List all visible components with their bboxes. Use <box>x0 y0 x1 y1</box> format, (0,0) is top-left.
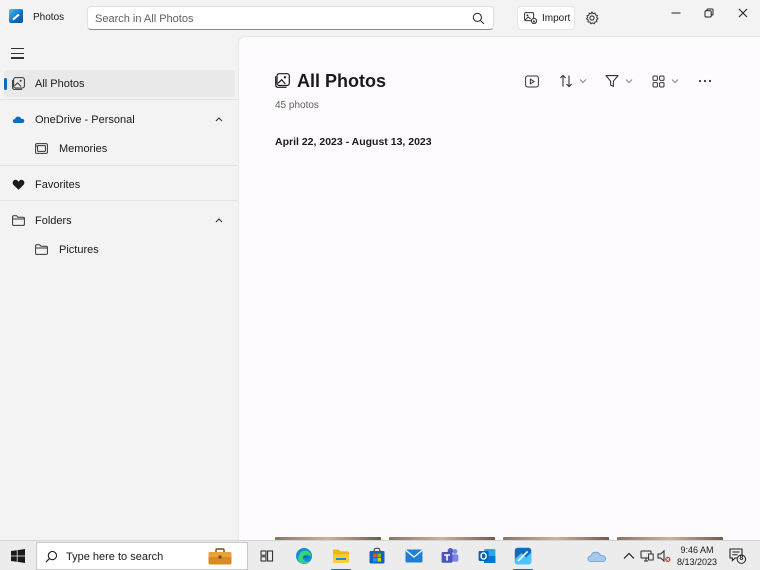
sidebar-item-pictures[interactable]: Pictures <box>4 236 235 263</box>
date-range-heading: April 22, 2023 - August 13, 2023 <box>275 136 432 148</box>
restore-button[interactable] <box>692 0 726 26</box>
close-icon <box>738 8 748 18</box>
file-explorer-folder-icon <box>333 549 349 563</box>
sidebar-item-favorites[interactable]: Favorites <box>4 171 235 198</box>
sidebar-item-label: Pictures <box>59 244 99 256</box>
onedrive-cloud-icon <box>12 116 25 123</box>
photos-app-icon <box>9 9 23 23</box>
close-button[interactable] <box>726 0 760 26</box>
chevron-down-icon <box>625 79 633 84</box>
main-content: All Photos 45 photos April 22, 2023 - Au… <box>238 36 760 541</box>
task-view-icon <box>260 550 274 562</box>
teams-icon <box>441 548 459 563</box>
minimize-button[interactable] <box>659 0 693 26</box>
photo-count: 45 photos <box>275 100 319 111</box>
sidebar-item-label: Favorites <box>35 179 81 191</box>
taskbar-photos[interactable] <box>512 545 534 570</box>
taskbar-mail[interactable] <box>403 545 425 567</box>
sidebar-item-all-photos[interactable]: All Photos <box>4 70 235 97</box>
sidebar-divider <box>0 99 238 100</box>
taskbar-microsoft-store[interactable] <box>366 545 388 567</box>
sidebar-divider <box>0 200 238 201</box>
mail-envelope-icon <box>405 549 423 563</box>
app-title: Photos <box>33 12 65 23</box>
sidebar-item-label: All Photos <box>35 78 85 90</box>
briefcase-icon[interactable] <box>208 548 232 565</box>
task-view-button[interactable] <box>256 545 278 567</box>
hamburger-menu-icon[interactable] <box>11 48 24 59</box>
store-bag-icon <box>369 547 385 564</box>
sidebar-item-label: Folders <box>35 215 72 227</box>
taskbar-search-text: Type here to search <box>66 551 164 563</box>
folder-icon <box>12 215 25 226</box>
sidebar-item-label: OneDrive - Personal <box>35 114 135 126</box>
more-options-button[interactable] <box>698 73 712 89</box>
sidebar-item-onedrive[interactable]: OneDrive - Personal <box>4 106 235 133</box>
search-input[interactable] <box>95 11 455 26</box>
taskbar-edge[interactable] <box>293 545 315 567</box>
windows-taskbar: Type here to search 9:46 AM 8/13/2023 8 <box>0 540 760 570</box>
memories-album-icon <box>35 143 48 154</box>
edge-browser-icon <box>296 548 312 564</box>
import-button[interactable]: Import <box>517 6 575 30</box>
chevron-down-icon <box>671 79 679 84</box>
filter-funnel-icon <box>605 75 619 87</box>
import-label: Import <box>542 12 571 24</box>
search-box[interactable] <box>87 6 494 30</box>
network-icon[interactable] <box>640 549 654 563</box>
search-icon[interactable] <box>472 12 485 25</box>
windows-start-icon[interactable] <box>11 549 25 563</box>
grid-view-icon <box>652 75 665 87</box>
minimize-icon <box>671 12 681 14</box>
taskbar-outlook[interactable] <box>476 545 498 567</box>
gallery-icon <box>275 73 290 88</box>
notification-count: 8 <box>739 555 744 562</box>
clock-date: 8/13/2023 <box>676 557 718 567</box>
navigation-sidebar: All Photos OneDrive - Personal Memories … <box>0 36 238 540</box>
outlook-icon <box>478 549 496 563</box>
notification-center-button[interactable]: 8 <box>729 548 747 564</box>
ellipsis-icon <box>698 79 712 83</box>
search-icon <box>45 550 58 563</box>
settings-gear-icon[interactable] <box>585 11 599 25</box>
sidebar-divider <box>0 165 238 166</box>
sort-button[interactable] <box>559 73 587 89</box>
sidebar-item-folders[interactable]: Folders <box>4 207 235 234</box>
page-title: All Photos <box>297 71 386 91</box>
clock-time: 9:46 AM <box>680 545 714 555</box>
chevron-up-icon[interactable] <box>622 549 636 563</box>
chevron-down-icon <box>579 79 587 84</box>
gallery-icon <box>12 77 25 90</box>
slideshow-play-icon <box>525 75 539 87</box>
onedrive-cloud-icon[interactable] <box>587 549 607 563</box>
sidebar-item-memories[interactable]: Memories <box>4 135 235 162</box>
system-clock[interactable]: 9:46 AM 8/13/2023 <box>669 544 725 568</box>
sidebar-item-label: Memories <box>59 143 108 155</box>
sort-arrows-icon <box>560 74 572 88</box>
chevron-up-icon[interactable] <box>215 116 223 122</box>
taskbar-teams[interactable] <box>439 545 461 567</box>
title-bar: Photos Import <box>0 0 760 36</box>
photos-app-icon <box>514 547 532 565</box>
restore-icon <box>704 8 714 18</box>
filter-button[interactable] <box>605 73 633 89</box>
folder-icon <box>35 244 48 255</box>
import-icon <box>524 12 537 24</box>
slideshow-button[interactable] <box>525 73 539 89</box>
taskbar-search-box[interactable]: Type here to search <box>36 542 248 570</box>
heart-icon <box>12 179 25 190</box>
taskbar-file-explorer[interactable] <box>330 545 352 570</box>
chevron-up-icon[interactable] <box>215 217 223 223</box>
view-layout-button[interactable] <box>652 73 679 89</box>
